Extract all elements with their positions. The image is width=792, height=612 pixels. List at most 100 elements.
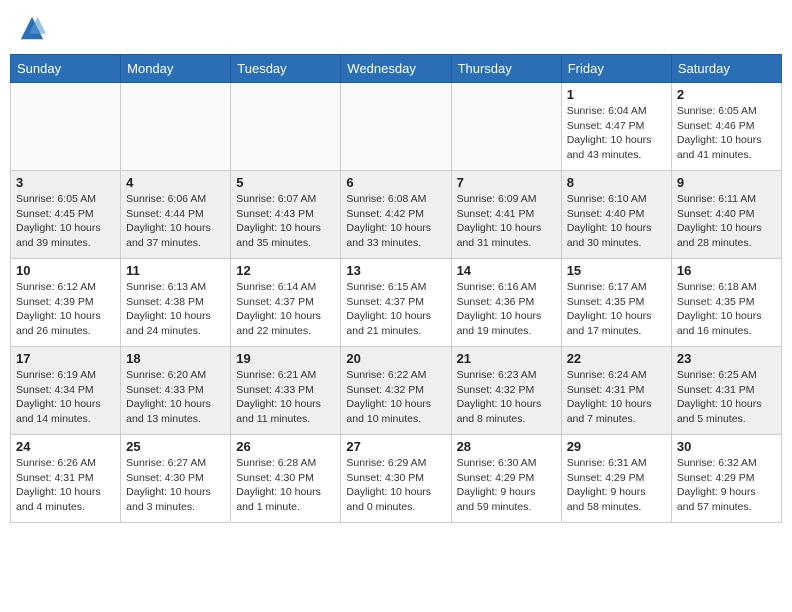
weekday-header-wednesday: Wednesday (341, 55, 451, 83)
calendar-cell: 11Sunrise: 6:13 AM Sunset: 4:38 PM Dayli… (121, 259, 231, 347)
calendar-cell: 29 Sunrise: 6:31 AM Sunset: 4:29 PM Dayli… (561, 435, 671, 523)
day-info: Sunrise: 6:24 AM Sunset: 4:31 PM Dayligh… (567, 368, 666, 427)
calendar-cell: 20 Sunrise: 6:22 AM Sunset: 4:32 PM Dayli… (341, 347, 451, 435)
day-number: 20 (346, 351, 445, 366)
logo-icon (18, 14, 46, 42)
calendar-cell: 15 Sunrise: 6:17 AM Sunset: 4:35 PM Dayli… (561, 259, 671, 347)
calendar-cell: 25Sunrise: 6:27 AM Sunset: 4:30 PM Dayli… (121, 435, 231, 523)
calendar-cell: 4Sunrise: 6:06 AM Sunset: 4:44 PM Daylig… (121, 171, 231, 259)
day-info: Sunrise: 6:22 AM Sunset: 4:32 PM Dayligh… (346, 368, 445, 427)
day-number: 26 (236, 439, 335, 454)
day-info: Sunrise: 6:14 AM Sunset: 4:37 PM Dayligh… (236, 280, 335, 339)
calendar-cell: 30 Sunrise: 6:32 AM Sunset: 4:29 PM Dayli… (671, 435, 781, 523)
calendar-cell (11, 83, 121, 171)
day-info: Sunrise: 6:13 AM Sunset: 4:38 PM Dayligh… (126, 280, 225, 339)
day-info: Sunrise: 6:32 AM Sunset: 4:29 PM Dayligh… (677, 456, 776, 515)
calendar-cell: 19 Sunrise: 6:21 AM Sunset: 4:33 PM Dayli… (231, 347, 341, 435)
day-info: Sunrise: 6:07 AM Sunset: 4:43 PM Dayligh… (236, 192, 335, 251)
day-number: 14 (457, 263, 556, 278)
day-number: 30 (677, 439, 776, 454)
calendar-cell: 17 Sunrise: 6:19 AM Sunset: 4:34 PM Dayli… (11, 347, 121, 435)
page-header (10, 10, 782, 46)
calendar-cell: 6Sunrise: 6:08 AM Sunset: 4:42 PM Daylig… (341, 171, 451, 259)
day-number: 23 (677, 351, 776, 366)
calendar-week-5: 24 Sunrise: 6:26 AM Sunset: 4:31 PM Dayli… (11, 435, 782, 523)
day-number: 29 (567, 439, 666, 454)
day-number: 12 (236, 263, 335, 278)
weekday-header-tuesday: Tuesday (231, 55, 341, 83)
day-number: 24 (16, 439, 115, 454)
calendar-cell: 10 Sunrise: 6:12 AM Sunset: 4:39 PM Dayli… (11, 259, 121, 347)
day-info: Sunrise: 6:12 AM Sunset: 4:39 PM Dayligh… (16, 280, 115, 339)
weekday-header-thursday: Thursday (451, 55, 561, 83)
day-number: 19 (236, 351, 335, 366)
weekday-header-friday: Friday (561, 55, 671, 83)
day-info: Sunrise: 6:26 AM Sunset: 4:31 PM Dayligh… (16, 456, 115, 515)
calendar-cell: 8Sunrise: 6:10 AM Sunset: 4:40 PM Daylig… (561, 171, 671, 259)
day-info: Sunrise: 6:29 AM Sunset: 4:30 PM Dayligh… (346, 456, 445, 515)
logo (18, 14, 50, 42)
day-info: Sunrise: 6:23 AM Sunset: 4:32 PM Dayligh… (457, 368, 556, 427)
weekday-header-monday: Monday (121, 55, 231, 83)
calendar-cell: 23 Sunrise: 6:25 AM Sunset: 4:31 PM Dayli… (671, 347, 781, 435)
calendar-week-4: 17 Sunrise: 6:19 AM Sunset: 4:34 PM Dayli… (11, 347, 782, 435)
day-number: 1 (567, 87, 666, 102)
calendar-cell: 22 Sunrise: 6:24 AM Sunset: 4:31 PM Dayli… (561, 347, 671, 435)
calendar-cell: 1 Sunrise: 6:04 AM Sunset: 4:47 PM Daylig… (561, 83, 671, 171)
calendar-cell (231, 83, 341, 171)
day-info: Sunrise: 6:20 AM Sunset: 4:33 PM Dayligh… (126, 368, 225, 427)
calendar-cell: 27 Sunrise: 6:29 AM Sunset: 4:30 PM Dayli… (341, 435, 451, 523)
day-number: 2 (677, 87, 776, 102)
calendar-cell: 14 Sunrise: 6:16 AM Sunset: 4:36 PM Dayli… (451, 259, 561, 347)
day-info: Sunrise: 6:15 AM Sunset: 4:37 PM Dayligh… (346, 280, 445, 339)
calendar-cell: 2 Sunrise: 6:05 AM Sunset: 4:46 PM Daylig… (671, 83, 781, 171)
day-number: 18 (126, 351, 225, 366)
day-info: Sunrise: 6:05 AM Sunset: 4:45 PM Dayligh… (16, 192, 115, 251)
day-info: Sunrise: 6:30 AM Sunset: 4:29 PM Dayligh… (457, 456, 556, 515)
day-info: Sunrise: 6:19 AM Sunset: 4:34 PM Dayligh… (16, 368, 115, 427)
day-info: Sunrise: 6:25 AM Sunset: 4:31 PM Dayligh… (677, 368, 776, 427)
day-number: 6 (346, 175, 445, 190)
calendar-cell: 16 Sunrise: 6:18 AM Sunset: 4:35 PM Dayli… (671, 259, 781, 347)
day-number: 5 (236, 175, 335, 190)
calendar-cell: 9 Sunrise: 6:11 AM Sunset: 4:40 PM Daylig… (671, 171, 781, 259)
day-info: Sunrise: 6:17 AM Sunset: 4:35 PM Dayligh… (567, 280, 666, 339)
day-info: Sunrise: 6:27 AM Sunset: 4:30 PM Dayligh… (126, 456, 225, 515)
weekday-header-row: SundayMondayTuesdayWednesdayThursdayFrid… (11, 55, 782, 83)
weekday-header-saturday: Saturday (671, 55, 781, 83)
day-info: Sunrise: 6:09 AM Sunset: 4:41 PM Dayligh… (457, 192, 556, 251)
day-number: 28 (457, 439, 556, 454)
calendar-cell: 21 Sunrise: 6:23 AM Sunset: 4:32 PM Dayli… (451, 347, 561, 435)
calendar-cell (341, 83, 451, 171)
day-number: 15 (567, 263, 666, 278)
day-info: Sunrise: 6:06 AM Sunset: 4:44 PM Dayligh… (126, 192, 225, 251)
day-number: 21 (457, 351, 556, 366)
day-number: 13 (346, 263, 445, 278)
calendar-week-3: 10 Sunrise: 6:12 AM Sunset: 4:39 PM Dayli… (11, 259, 782, 347)
calendar-week-1: 1 Sunrise: 6:04 AM Sunset: 4:47 PM Daylig… (11, 83, 782, 171)
calendar-week-2: 3Sunrise: 6:05 AM Sunset: 4:45 PM Daylig… (11, 171, 782, 259)
day-info: Sunrise: 6:16 AM Sunset: 4:36 PM Dayligh… (457, 280, 556, 339)
day-number: 7 (457, 175, 556, 190)
day-number: 17 (16, 351, 115, 366)
calendar-cell: 12 Sunrise: 6:14 AM Sunset: 4:37 PM Dayli… (231, 259, 341, 347)
calendar-table: SundayMondayTuesdayWednesdayThursdayFrid… (10, 54, 782, 523)
day-info: Sunrise: 6:04 AM Sunset: 4:47 PM Dayligh… (567, 104, 666, 163)
day-info: Sunrise: 6:21 AM Sunset: 4:33 PM Dayligh… (236, 368, 335, 427)
day-number: 10 (16, 263, 115, 278)
day-number: 22 (567, 351, 666, 366)
calendar-cell: 5 Sunrise: 6:07 AM Sunset: 4:43 PM Daylig… (231, 171, 341, 259)
day-number: 27 (346, 439, 445, 454)
day-info: Sunrise: 6:10 AM Sunset: 4:40 PM Dayligh… (567, 192, 666, 251)
calendar-cell: 28 Sunrise: 6:30 AM Sunset: 4:29 PM Dayli… (451, 435, 561, 523)
day-info: Sunrise: 6:31 AM Sunset: 4:29 PM Dayligh… (567, 456, 666, 515)
calendar-cell: 13 Sunrise: 6:15 AM Sunset: 4:37 PM Dayli… (341, 259, 451, 347)
calendar-cell (121, 83, 231, 171)
calendar-cell: 24 Sunrise: 6:26 AM Sunset: 4:31 PM Dayli… (11, 435, 121, 523)
day-info: Sunrise: 6:11 AM Sunset: 4:40 PM Dayligh… (677, 192, 776, 251)
day-number: 9 (677, 175, 776, 190)
day-number: 16 (677, 263, 776, 278)
day-info: Sunrise: 6:18 AM Sunset: 4:35 PM Dayligh… (677, 280, 776, 339)
day-info: Sunrise: 6:05 AM Sunset: 4:46 PM Dayligh… (677, 104, 776, 163)
calendar-cell: 26Sunrise: 6:28 AM Sunset: 4:30 PM Dayli… (231, 435, 341, 523)
